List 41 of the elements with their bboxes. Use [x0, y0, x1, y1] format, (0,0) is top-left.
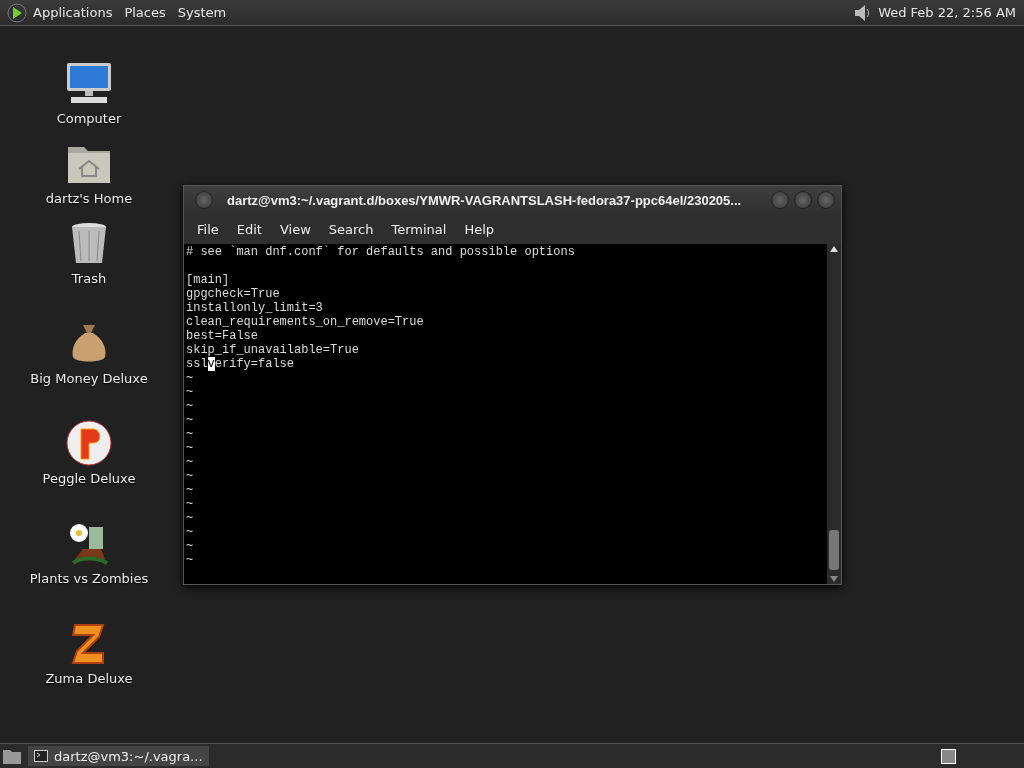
terminal-line: ~: [186, 441, 195, 455]
icon-label[interactable]: Trash: [71, 271, 107, 286]
terminal-line: ~: [186, 469, 195, 483]
terminal-line: ~: [186, 371, 195, 385]
icon-label[interactable]: Plants vs Zombies: [29, 571, 149, 586]
terminal-line: ~: [186, 385, 195, 399]
terminal-line: installonly_limit=3: [186, 301, 324, 315]
terminal-line: ~: [186, 539, 195, 553]
terminal-line: ~: [186, 413, 195, 427]
terminal-line: skip_if_unavailable=True: [186, 343, 360, 357]
terminal-line: clean_requirements_on_remove=True: [186, 315, 425, 329]
panel-menu[interactable]: Applications: [28, 5, 120, 20]
terminal-line: best=False: [186, 329, 259, 343]
terminal-line: ~: [186, 399, 195, 413]
terminal-line: ~: [186, 553, 195, 567]
menu-item[interactable]: Edit: [227, 221, 271, 237]
menu-item[interactable]: View: [270, 221, 320, 237]
menu-item[interactable]: Help: [455, 221, 504, 237]
terminal-line: ~: [186, 483, 195, 497]
panel-menu[interactable]: Places: [119, 5, 173, 20]
clock[interactable]: Wed Feb 22, 2:56 AM: [878, 5, 1016, 20]
terminal-line: [main]: [186, 273, 231, 287]
icon-label[interactable]: Big Money Deluxe: [30, 371, 148, 386]
menu-item[interactable]: File: [188, 221, 228, 237]
menu-item[interactable]: Search: [319, 221, 383, 237]
icon-label[interactable]: Computer: [56, 111, 122, 126]
icon-label[interactable]: Zuma Deluxe: [45, 671, 133, 686]
taskbar-button[interactable]: dartz@vm3:~/.vagra...: [28, 746, 209, 766]
terminal-line: ~: [186, 511, 195, 525]
terminal-line: ~: [186, 525, 195, 539]
terminal-line: # see `man dnf.conf` for defaults and possible options: [186, 245, 576, 259]
terminal-line: ~: [186, 427, 195, 441]
icon-label[interactable]: Peggle Deluxe: [42, 471, 136, 486]
terminal-line: gpgcheck=True: [186, 287, 281, 301]
menu-item[interactable]: Terminal: [382, 221, 456, 237]
terminal-line: ~: [186, 455, 195, 469]
panel-menu[interactable]: System: [172, 5, 234, 20]
terminal-line: ~: [186, 497, 195, 511]
icon-label[interactable]: dartz's Home: [45, 191, 133, 206]
terminal-line: sslverify=false: [186, 357, 296, 371]
window-title: dartz@vm3:~/.vagrant.d/boxes/YMWR-VAGRANTSLASH-fedora37-ppc64el/230205...: [227, 192, 743, 208]
